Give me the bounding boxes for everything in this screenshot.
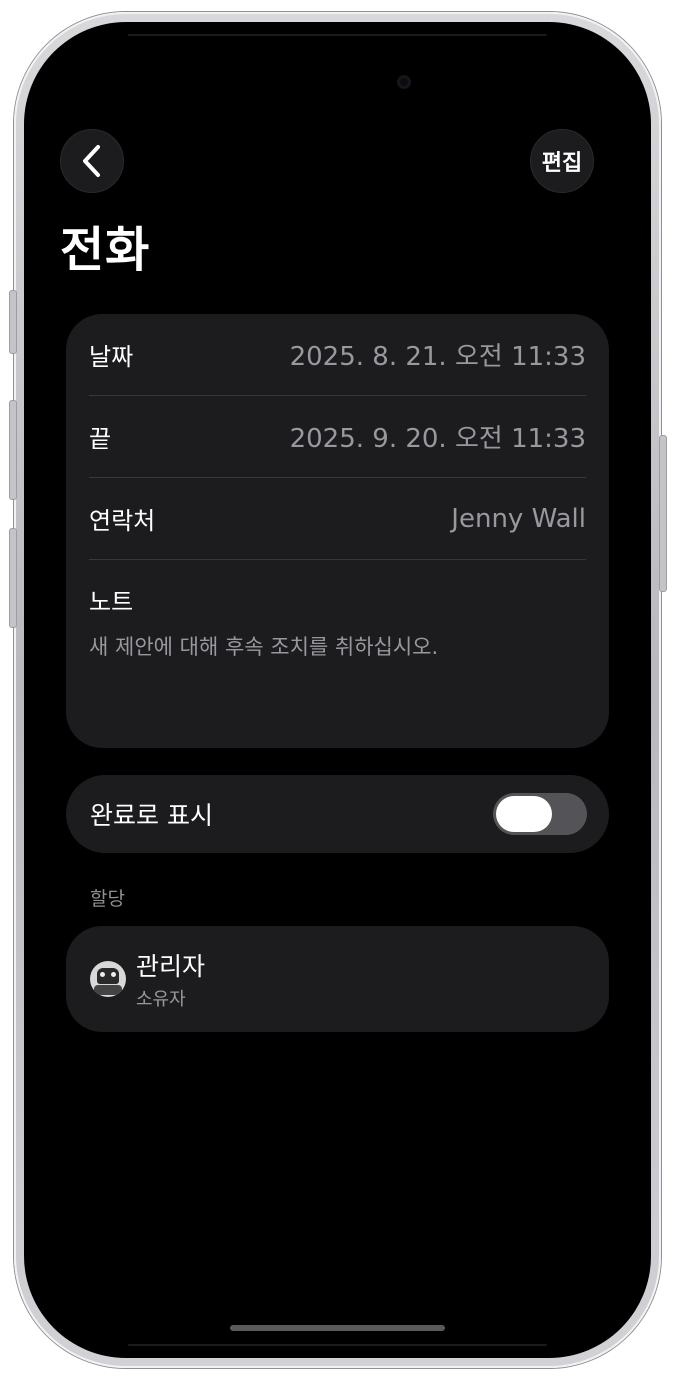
home-indicator[interactable] [230,1325,445,1331]
volume-down-button [9,528,17,628]
end-row[interactable]: 끝 2025. 9. 20. 오전 11:33 [89,396,586,478]
screen: 편집 전화 날짜 2025. 8. 21. 오전 11:33 끝 2025. 9… [24,22,651,1358]
date-label: 날짜 [89,343,134,371]
chevron-left-icon [83,145,100,177]
mark-complete-label: 완료로 표시 [90,801,213,830]
screen-edge [128,34,547,36]
mark-complete-row: 완료로 표시 [66,775,609,853]
contact-label: 연락처 [89,507,156,535]
toggle-knob [496,796,552,832]
note-label: 노트 [89,588,134,616]
assignee-row[interactable]: 관리자 소유자 [66,926,609,1032]
avatar [90,961,126,997]
action-button [9,290,17,354]
contact-row[interactable]: 연락처 Jenny Wall [89,478,586,560]
note-text: 새 제안에 대해 후속 조치를 취하십시오. [89,635,439,659]
assignee-info: 관리자 소유자 [136,947,205,1011]
note-section[interactable]: 노트 새 제안에 대해 후속 조치를 취하십시오. [89,560,586,661]
date-value: 2025. 8. 21. 오전 11:33 [289,342,586,372]
date-row[interactable]: 날짜 2025. 8. 21. 오전 11:33 [89,314,586,396]
front-camera [397,75,411,89]
mark-complete-toggle[interactable] [493,793,587,835]
volume-up-button [9,400,17,500]
back-button[interactable] [60,129,124,193]
assignment-section-label: 할당 [90,888,125,910]
assignee-role: 소유자 [136,989,186,1010]
power-button [659,435,667,592]
edit-button[interactable]: 편집 [530,129,594,193]
contact-value: Jenny Wall [451,503,586,534]
end-label: 끝 [89,425,112,453]
end-value: 2025. 9. 20. 오전 11:33 [289,424,586,454]
assignee-name: 관리자 [136,952,206,981]
page-title: 전화 [60,222,151,278]
screen-edge-bottom [128,1344,547,1346]
details-card: 날짜 2025. 8. 21. 오전 11:33 끝 2025. 9. 20. … [66,314,609,748]
